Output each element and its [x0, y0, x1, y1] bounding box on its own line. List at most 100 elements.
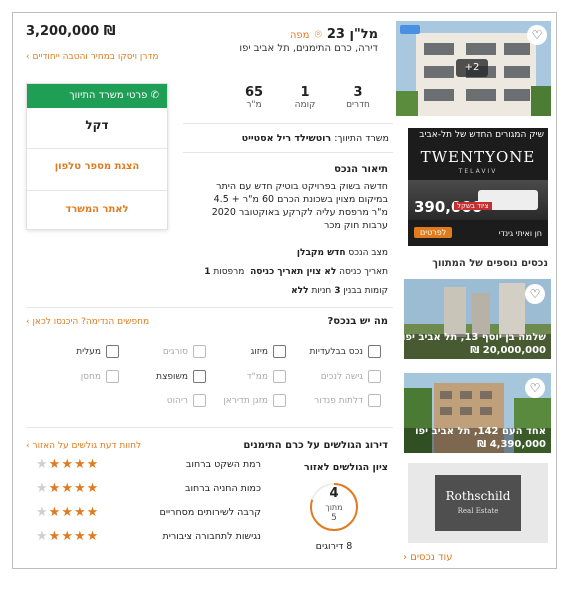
- star-icon: ★: [36, 457, 49, 472]
- agency-logo[interactable]: Rothschild Real Estate: [408, 463, 548, 543]
- card-price: 20,000,000 ₪: [470, 345, 546, 356]
- show-phone-button[interactable]: הצגת מספר טלפון: [27, 161, 167, 172]
- feature-item: ריהוט: [126, 394, 206, 407]
- paint-roller-icon: [193, 370, 206, 383]
- map-link[interactable]: מפה: [290, 30, 310, 41]
- chevron-left-icon: ‹: [26, 441, 30, 451]
- detail-condition: מצב הנכס חדש מקבלן: [296, 248, 388, 258]
- new-badge-icon: [400, 25, 420, 34]
- logo-sub: Real Estate: [457, 507, 499, 515]
- rating-row: רמת השקט ברחוב ★★★★★: [26, 457, 261, 477]
- map-pin-icon[interactable]: ⌾: [315, 27, 322, 41]
- star-icon: ★: [86, 457, 100, 472]
- favorite-heart-icon[interactable]: ♡: [527, 25, 547, 45]
- feature-label: מיזוג: [250, 347, 268, 357]
- listing-title: מל"ן 23: [326, 27, 378, 42]
- ratings-link[interactable]: ‹ לחוות דעת גולשים על האזור: [26, 441, 141, 451]
- listing-price: 3,200,000 ₪: [26, 24, 116, 39]
- features-heading: מה יש בנכס?: [327, 316, 389, 327]
- favorite-heart-icon[interactable]: ♡: [525, 378, 545, 398]
- star-icon: ★: [36, 529, 49, 544]
- score-value: 4: [329, 486, 339, 501]
- score-max: 5: [331, 513, 337, 523]
- feature-label: סורגים: [162, 347, 188, 357]
- ad-sponsor: חן ואיתי גינדי: [498, 229, 542, 238]
- listing-subtitle: דירה, כרם התימנים, תל אביב יפו: [239, 43, 378, 54]
- sidebar-ad[interactable]: שיק המגורים החדש של תל-אביב TWENTYONE TE…: [408, 128, 548, 246]
- wheelchair-icon: [368, 370, 381, 383]
- feature-item: ממ"ד: [206, 370, 286, 383]
- rating-row: קרבה לשירותים מסחריים ★★★★★: [26, 505, 261, 525]
- card-price: 4,390,000 ₪: [477, 439, 546, 450]
- phone-icon: ✆: [150, 90, 159, 101]
- contact-agency-button[interactable]: ✆ פרטי משרד התיווך: [27, 84, 167, 108]
- image-count-badge[interactable]: +2: [456, 59, 488, 77]
- card-address: שלמה בן יוסף 13, תל אביב יפו: [404, 332, 546, 343]
- description-text: חדשה בשוק בפרויקט בוטיק חדש עם היתר במיק…: [211, 181, 388, 231]
- feature-item: נכס בבלעדיות: [301, 345, 381, 358]
- agency-line: משרד התיווך: רוטשילד ריל אסטייט: [242, 133, 389, 144]
- ad-details-button[interactable]: לפרטים: [414, 227, 453, 238]
- furniture-icon: [193, 394, 206, 407]
- rating-row: כמות החניה ברחוב ★★★★★: [26, 481, 261, 501]
- mortgage-link[interactable]: ‹ מדרן ויסקו במחיר והטבה ייחודיים: [26, 52, 158, 62]
- feature-item: משופצת: [126, 370, 206, 383]
- listing-title-row: מל"ן 23 ⌾ מפה: [290, 23, 378, 42]
- door-icon: [368, 394, 381, 407]
- rating-stars: ★★★★★: [36, 481, 99, 496]
- feature-label: דלתות פנדור: [314, 396, 363, 406]
- rating-stars: ★★★★★: [36, 505, 99, 520]
- chevron-left-icon: ‹: [26, 317, 30, 327]
- ad-tag: ציוד בשקל: [454, 202, 492, 210]
- property-card[interactable]: ♡ שלמה בן יוסף 13, תל אביב יפו 20,000,00…: [404, 279, 551, 359]
- agent-name: דקל: [85, 118, 109, 132]
- feature-label: ממ"ד: [246, 372, 268, 382]
- bars-icon: [193, 345, 206, 358]
- listing-page: ♡ +2 שיק המגורים החדש של תל-אביב TWENTYO…: [12, 12, 557, 569]
- star-icon: ★: [48, 529, 62, 544]
- agency-site-link[interactable]: לאתר המשרד: [27, 204, 167, 215]
- star-icon: ★: [36, 505, 49, 520]
- rating-stars: ★★★★★: [36, 529, 99, 544]
- shelter-icon: [273, 370, 286, 383]
- feature-label: גישה לנכים: [320, 372, 363, 382]
- feature-item: מחסן: [39, 370, 119, 383]
- rating-count: 8 דירוגים: [315, 541, 353, 552]
- spec-rooms: 3 חדרים: [346, 85, 370, 110]
- rating-row: נגישות לתחבורה ציבורית ★★★★★: [26, 529, 261, 549]
- agency-name: רוטשילד ריל אסטייט: [241, 133, 332, 144]
- features-link[interactable]: ‹ מחפשים הנדימה? היכנסו לכאן: [26, 317, 149, 327]
- star-icon: ★: [73, 457, 87, 472]
- ad-brand-sub: TELAVIV: [458, 168, 498, 175]
- ac-unit-icon: [273, 394, 286, 407]
- chevron-left-icon: ‹: [403, 552, 407, 563]
- more-properties-link[interactable]: עוד נכסים ‹: [403, 552, 452, 563]
- snowflake-icon: [273, 345, 286, 358]
- ad-brand: TWENTYONE: [420, 148, 536, 166]
- logo-name: Rothschild: [445, 489, 511, 503]
- agency-label: משרד התיווך:: [334, 133, 389, 144]
- star-icon: ★: [86, 505, 100, 520]
- star-icon: ★: [73, 481, 87, 496]
- feature-label: משופצת: [156, 372, 188, 382]
- more-properties-heading: נכסים נוספים של המתווך: [432, 258, 548, 269]
- rating-label: כמות החניה ברחוב: [184, 483, 261, 494]
- ratings-heading: דירוג הגולשים על כרם התימנים: [243, 440, 388, 451]
- rating-rows: רמת השקט ברחוב ★★★★★ כמות החניה ברחוב ★★★★★…: [26, 457, 261, 549]
- elevator-icon: [106, 345, 119, 358]
- feature-label: מחסן: [80, 372, 101, 382]
- property-card[interactable]: ♡ אחד העם 142, תל אביב יפו 4,390,000 ₪: [404, 373, 551, 453]
- star-icon: ★: [61, 481, 74, 496]
- ad-title: שיק המגורים החדש של תל-אביב: [419, 130, 544, 140]
- score-ring: 4 מתוך 5: [308, 481, 360, 533]
- rating-label: נגישות לתחבורה ציבורית: [162, 531, 261, 542]
- rating-label: רמת השקט ברחוב: [185, 459, 261, 470]
- feature-label: מעלית: [76, 347, 101, 357]
- spec-floor: 1 קומה: [294, 85, 316, 110]
- star-icon: ★: [61, 529, 74, 544]
- score-title: ציון הגולשים לאזור: [304, 462, 388, 473]
- star-icon: ★: [61, 457, 74, 472]
- listing-photo[interactable]: ♡ +2: [396, 21, 551, 116]
- favorite-heart-icon[interactable]: ♡: [525, 284, 545, 304]
- rating-stars: ★★★★★: [36, 457, 99, 472]
